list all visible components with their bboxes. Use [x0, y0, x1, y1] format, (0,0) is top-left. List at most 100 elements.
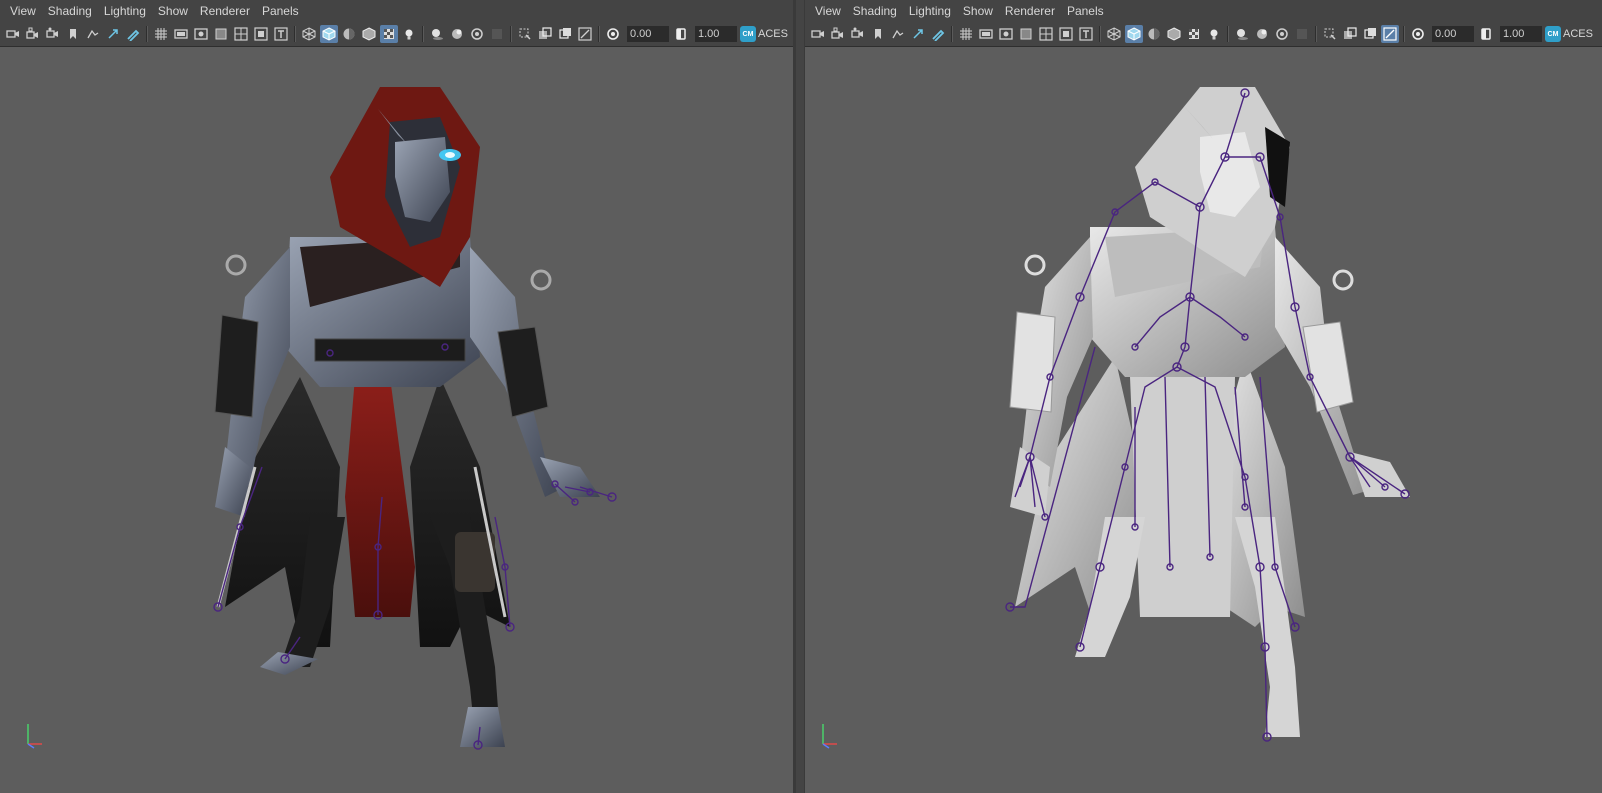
xray-joints-icon[interactable]	[1361, 25, 1379, 43]
exposure-field[interactable]: 0.00	[627, 26, 669, 42]
use-all-lights-icon[interactable]	[1205, 25, 1223, 43]
film-gate-icon[interactable]	[977, 25, 995, 43]
menu-renderer[interactable]: Renderer	[194, 0, 256, 22]
backface-culling-icon[interactable]	[1381, 25, 1399, 43]
2d-pan-zoom-icon[interactable]	[909, 25, 927, 43]
safe-title-icon[interactable]	[272, 25, 290, 43]
camera-lock-icon[interactable]	[829, 25, 847, 43]
camera-attributes-icon[interactable]	[849, 25, 867, 43]
motion-blur-icon[interactable]	[468, 25, 486, 43]
safe-action-icon[interactable]	[252, 25, 270, 43]
camera-select-icon[interactable]	[4, 25, 22, 43]
gate-mask-icon[interactable]	[212, 25, 230, 43]
toolbar-separator	[598, 26, 600, 42]
color-space-label[interactable]: ACES	[758, 28, 788, 40]
color-management-icon[interactable]: CM	[740, 26, 756, 42]
gate-mask-icon[interactable]	[1017, 25, 1035, 43]
menu-shading[interactable]: Shading	[847, 0, 903, 22]
xray-icon[interactable]	[536, 25, 554, 43]
grid-icon[interactable]	[152, 25, 170, 43]
menu-view[interactable]: View	[4, 0, 42, 22]
image-plane-icon[interactable]	[889, 25, 907, 43]
gamma-field[interactable]: 1.00	[695, 26, 737, 42]
camera-attributes-icon[interactable]	[44, 25, 62, 43]
wireframe-icon[interactable]	[1105, 25, 1123, 43]
character-render-skeleton[interactable]	[805, 47, 1602, 793]
resolution-gate-icon[interactable]	[192, 25, 210, 43]
menu-view[interactable]: View	[809, 0, 847, 22]
color-space-label[interactable]: ACES	[1563, 28, 1593, 40]
isolate-select-icon[interactable]	[1321, 25, 1339, 43]
exposure-icon[interactable]	[604, 25, 622, 43]
camera-select-icon[interactable]	[809, 25, 827, 43]
color-management-icon[interactable]: CM	[1545, 26, 1561, 42]
gamma-icon[interactable]	[1477, 25, 1495, 43]
resolution-gate-icon[interactable]	[997, 25, 1015, 43]
menu-show[interactable]: Show	[152, 0, 194, 22]
isolate-select-icon[interactable]	[516, 25, 534, 43]
toolbar-separator	[510, 26, 512, 42]
shadows-icon[interactable]	[428, 25, 446, 43]
grease-pencil-icon[interactable]	[929, 25, 947, 43]
grid-icon[interactable]	[957, 25, 975, 43]
exposure-icon[interactable]	[1409, 25, 1427, 43]
wireframe-on-shaded-icon[interactable]	[360, 25, 378, 43]
toolbar-separator	[1099, 26, 1101, 42]
menu-panels[interactable]: Panels	[1061, 0, 1110, 22]
menu-shading[interactable]: Shading	[42, 0, 98, 22]
field-chart-icon[interactable]	[1037, 25, 1055, 43]
toolbar-separator	[1227, 26, 1229, 42]
film-gate-icon[interactable]	[172, 25, 190, 43]
wireframe-on-shaded-icon[interactable]	[1165, 25, 1183, 43]
wireframe-icon[interactable]	[300, 25, 318, 43]
toolbar-separator	[146, 26, 148, 42]
bookmark-icon[interactable]	[64, 25, 82, 43]
menu-show[interactable]: Show	[957, 0, 999, 22]
textured-icon[interactable]	[380, 25, 398, 43]
character-render-textured[interactable]	[0, 47, 796, 793]
bookmark-icon[interactable]	[869, 25, 887, 43]
gamma-icon[interactable]	[672, 25, 690, 43]
view-axis-indicator-icon	[822, 724, 837, 749]
backface-culling-icon[interactable]	[576, 25, 594, 43]
safe-action-icon[interactable]	[1057, 25, 1075, 43]
exposure-field[interactable]: 0.00	[1432, 26, 1474, 42]
menu-lighting[interactable]: Lighting	[903, 0, 957, 22]
textured-icon[interactable]	[1185, 25, 1203, 43]
toolbar-separator	[1315, 26, 1317, 42]
smooth-shade-icon[interactable]	[1125, 25, 1143, 43]
field-chart-icon[interactable]	[232, 25, 250, 43]
anti-aliasing-icon[interactable]	[488, 25, 506, 43]
panel-toolbar: 0.00 1.00 CM ACES	[0, 22, 793, 47]
shadows-icon[interactable]	[1233, 25, 1251, 43]
use-all-lights-icon[interactable]	[400, 25, 418, 43]
safe-title-icon[interactable]	[1077, 25, 1095, 43]
screen-space-ao-icon[interactable]	[1253, 25, 1271, 43]
view-axis-indicator-icon	[27, 724, 42, 749]
camera-lock-icon[interactable]	[24, 25, 42, 43]
menu-panels[interactable]: Panels	[256, 0, 305, 22]
xray-joints-icon[interactable]	[556, 25, 574, 43]
image-plane-icon[interactable]	[84, 25, 102, 43]
toolbar-separator	[1403, 26, 1405, 42]
menu-renderer[interactable]: Renderer	[999, 0, 1061, 22]
xray-icon[interactable]	[1341, 25, 1359, 43]
motion-blur-icon[interactable]	[1273, 25, 1291, 43]
panel-menubar: View Shading Lighting Show Renderer Pane…	[805, 0, 1602, 22]
default-material-icon[interactable]	[340, 25, 358, 43]
gamma-field[interactable]: 1.00	[1500, 26, 1542, 42]
default-material-icon[interactable]	[1145, 25, 1163, 43]
anti-aliasing-icon[interactable]	[1293, 25, 1311, 43]
toolbar-separator	[294, 26, 296, 42]
menu-lighting[interactable]: Lighting	[98, 0, 152, 22]
screen-space-ao-icon[interactable]	[448, 25, 466, 43]
toolbar-separator	[422, 26, 424, 42]
viewport-right[interactable]: View Shading Lighting Show Renderer Pane…	[804, 0, 1602, 793]
smooth-shade-icon[interactable]	[320, 25, 338, 43]
toolbar-separator	[951, 26, 953, 42]
grease-pencil-icon[interactable]	[124, 25, 142, 43]
viewport-left[interactable]: View Shading Lighting Show Renderer Pane…	[0, 0, 796, 793]
2d-pan-zoom-icon[interactable]	[104, 25, 122, 43]
panel-toolbar: 0.00 1.00 CM ACES	[805, 22, 1602, 47]
panel-menubar: View Shading Lighting Show Renderer Pane…	[0, 0, 793, 22]
